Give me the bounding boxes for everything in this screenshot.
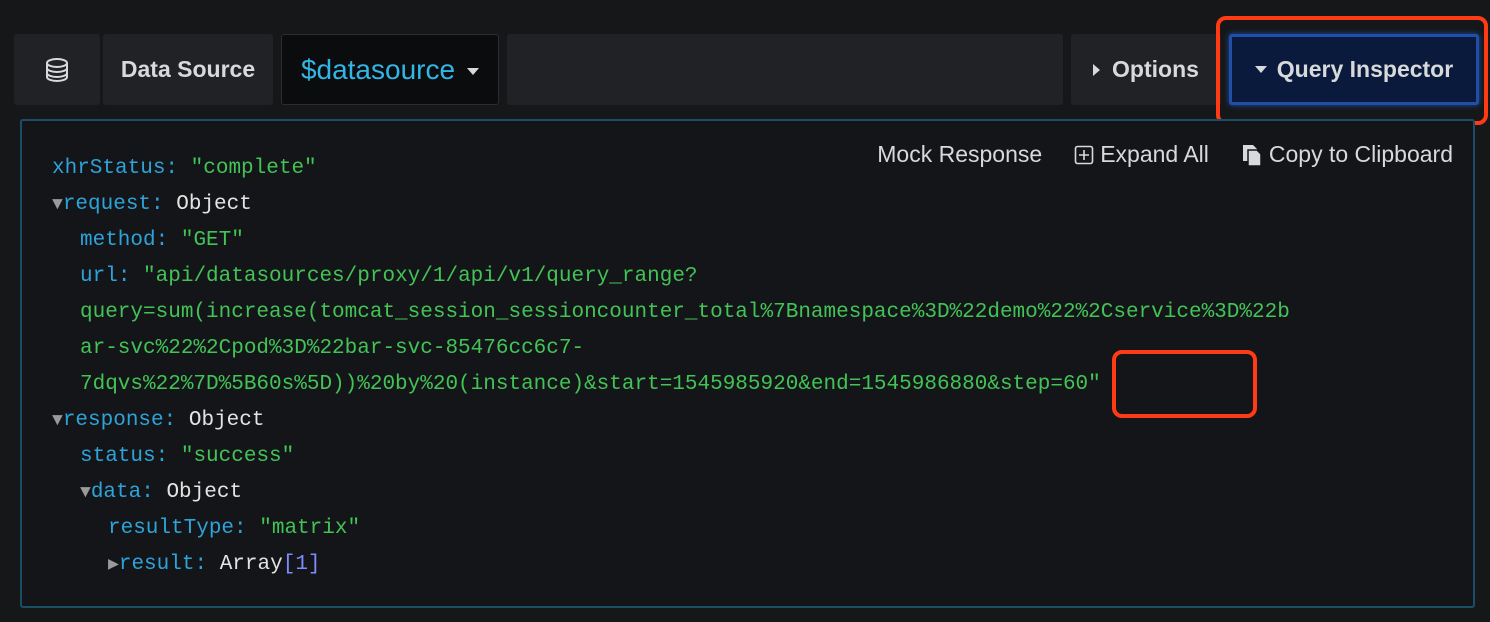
- tree-value: 7dqvs%22%7D%5B60s%5D))%20by%20(instance)…: [80, 373, 1101, 396]
- tree-row-request[interactable]: ▼request: Object: [52, 187, 1452, 223]
- tree-key: xhrStatus: [52, 157, 166, 180]
- tree-key: resultType: [108, 517, 235, 540]
- expand-toggle-icon[interactable]: ▼: [52, 411, 63, 431]
- database-icon: [46, 57, 68, 82]
- tree-row-url-cont: query=sum(increase(tomcat_session_sessio…: [52, 295, 1452, 331]
- tree-key: response: [62, 409, 164, 432]
- tree-row-result[interactable]: ▶result: Array[1]: [52, 547, 1452, 583]
- tree-type: Object: [176, 193, 252, 216]
- options-label: Options: [1112, 56, 1199, 82]
- caret-right-icon: [1093, 63, 1101, 76]
- data-source-label: Data Source: [103, 34, 273, 105]
- options-button[interactable]: Options: [1071, 34, 1221, 105]
- tree-value: "complete": [190, 157, 317, 180]
- tree-key: request: [62, 193, 152, 216]
- datasource-icon-button[interactable]: [14, 34, 100, 105]
- tree-value: "matrix": [259, 517, 361, 540]
- tree-value: "success": [180, 445, 295, 468]
- tree-key: url: [80, 265, 118, 288]
- tree-row-url: url: "api/datasources/proxy/1/api/v1/que…: [80, 265, 698, 288]
- tree-row-xhrstatus: xhrStatus: "complete": [52, 157, 317, 180]
- tree-type: Object: [166, 481, 243, 504]
- tree-value: query=sum(increase(tomcat_session_sessio…: [80, 301, 1290, 324]
- tree-type: Array: [219, 553, 283, 576]
- datasource-select[interactable]: $datasource: [281, 34, 499, 105]
- expand-toggle-icon[interactable]: ▼: [80, 483, 91, 503]
- tree-value: ar-svc%22%2Cpod%3D%22bar-svc-85476cc6c7-: [80, 337, 585, 360]
- tree-value: "api/datasources/proxy/1/api/v1/query_ra…: [143, 265, 698, 288]
- expand-toggle-icon[interactable]: ▶: [108, 555, 119, 575]
- tree-key: method: [80, 229, 156, 252]
- tree-key: result: [118, 553, 195, 576]
- tree-key: data: [90, 481, 142, 504]
- tree-value: "GET": [180, 229, 244, 252]
- step-param-highlight: [1112, 350, 1257, 418]
- tree-type: Object: [188, 409, 265, 432]
- query-inspector-highlight: [1216, 16, 1488, 125]
- array-count: 1: [295, 553, 308, 576]
- tree-row-data[interactable]: ▼data: Object: [52, 475, 1452, 511]
- tree-key: status: [80, 445, 156, 468]
- tree-row-method: method: "GET": [80, 229, 244, 252]
- caret-down-icon: [467, 68, 480, 75]
- datasource-select-value: $datasource: [300, 53, 456, 85]
- toolbar-spacer: [507, 34, 1063, 105]
- tree-row-status: status: "success": [80, 445, 295, 468]
- expand-toggle-icon[interactable]: ▼: [52, 195, 63, 215]
- tree-row-resulttype: resultType: "matrix": [108, 517, 361, 540]
